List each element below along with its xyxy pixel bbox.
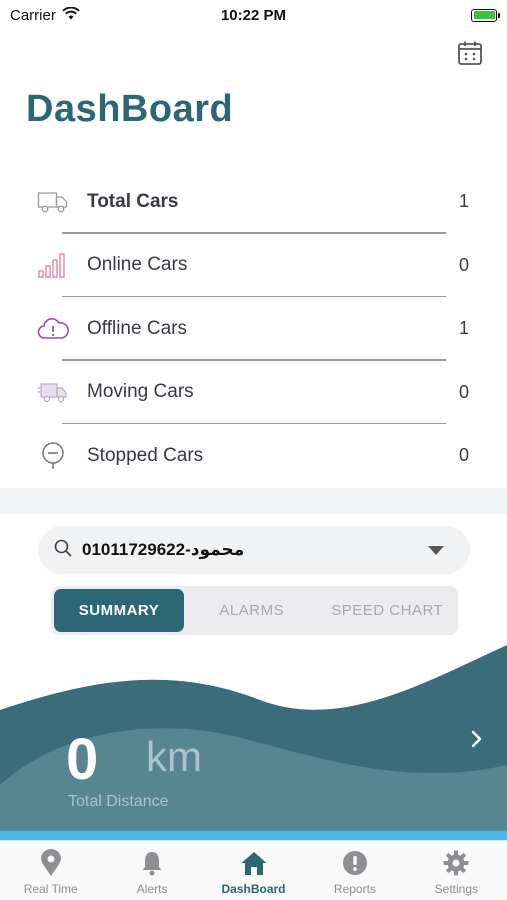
tabbar-item-reports[interactable]: Reports [304, 841, 405, 900]
stat-label: Stopped Cars [87, 444, 204, 466]
selected-car: 01011729622-محمود [82, 540, 245, 559]
chevron-right-icon [471, 730, 482, 748]
stop-pin-icon [36, 441, 70, 471]
tab-alarms[interactable]: ALARMS [184, 589, 320, 632]
battery-icon [471, 8, 500, 22]
stat-value: 1 [458, 191, 469, 212]
tabbar-label: DashBoard [221, 882, 286, 896]
stat-value: 1 [458, 318, 469, 339]
section-separator [0, 488, 507, 514]
tabbar-item-alerts[interactable]: Alerts [101, 841, 202, 900]
status-bar: Carrier 10:22 PM [0, 0, 507, 30]
wifi-icon [62, 6, 80, 24]
cloud-alert-icon [36, 314, 70, 344]
stat-label: Offline Cars [87, 317, 187, 339]
bell-icon [138, 849, 166, 877]
stat-label: Online Cars [87, 254, 188, 276]
tab-speed-chart[interactable]: SPEED CHART [320, 589, 456, 632]
car-stats-list: Total Cars 1 Online Cars 0 Offline Cars … [0, 170, 507, 488]
signal-bars-icon [36, 250, 70, 280]
total-distance-value: 0 [66, 727, 99, 792]
total-distance-label: Total Distance [68, 793, 169, 810]
caret-down-icon [428, 545, 444, 555]
calendar-icon [458, 41, 482, 65]
stat-value: 0 [458, 381, 469, 402]
stat-row-online-cars[interactable]: Online Cars 0 [0, 234, 507, 297]
stat-row-stopped-cars[interactable]: Stopped Cars 0 [0, 424, 507, 488]
exclamation-circle-icon [341, 849, 369, 877]
stat-value: 0 [458, 254, 469, 275]
truck-icon [36, 187, 70, 217]
tabbar-item-real-time[interactable]: Real Time [0, 841, 101, 900]
tab-summary[interactable]: SUMMARY [54, 589, 184, 632]
segment-tabs: SUMMARY ALARMS SPEED CHART [51, 586, 458, 635]
car-selector-dropdown[interactable]: 01011729622-محمود [38, 526, 470, 574]
tabbar-label: Reports [333, 882, 376, 896]
location-pin-icon [37, 849, 65, 877]
gear-icon [442, 849, 470, 877]
status-left: Carrier [10, 6, 80, 24]
distance-unit: km [146, 733, 202, 780]
tabbar-label: Settings [434, 882, 478, 896]
bottom-tab-bar: Real Time Alerts DashBoard Reports Setti… [0, 840, 507, 900]
tabbar-label: Real Time [23, 882, 78, 896]
stat-label: Total Cars [87, 190, 179, 212]
stat-value: 0 [458, 445, 469, 466]
stat-row-offline-cars[interactable]: Offline Cars 1 [0, 297, 507, 361]
tabbar-label: Alerts [136, 882, 168, 896]
calendar-button[interactable] [457, 40, 483, 66]
stat-label: Moving Cars [87, 381, 194, 403]
stat-row-moving-cars[interactable]: Moving Cars 0 [0, 361, 507, 424]
home-icon [240, 849, 268, 877]
tabbar-item-dashboard[interactable]: DashBoard [203, 841, 304, 900]
next-button[interactable] [467, 728, 487, 750]
moving-truck-icon [36, 377, 70, 407]
tabbar-item-settings[interactable]: Settings [406, 841, 507, 900]
search-icon [54, 539, 72, 562]
carrier-label: Carrier [10, 6, 56, 24]
stat-row-total-cars[interactable]: Total Cars 1 [0, 170, 507, 234]
page-title: DashBoard [26, 88, 234, 130]
